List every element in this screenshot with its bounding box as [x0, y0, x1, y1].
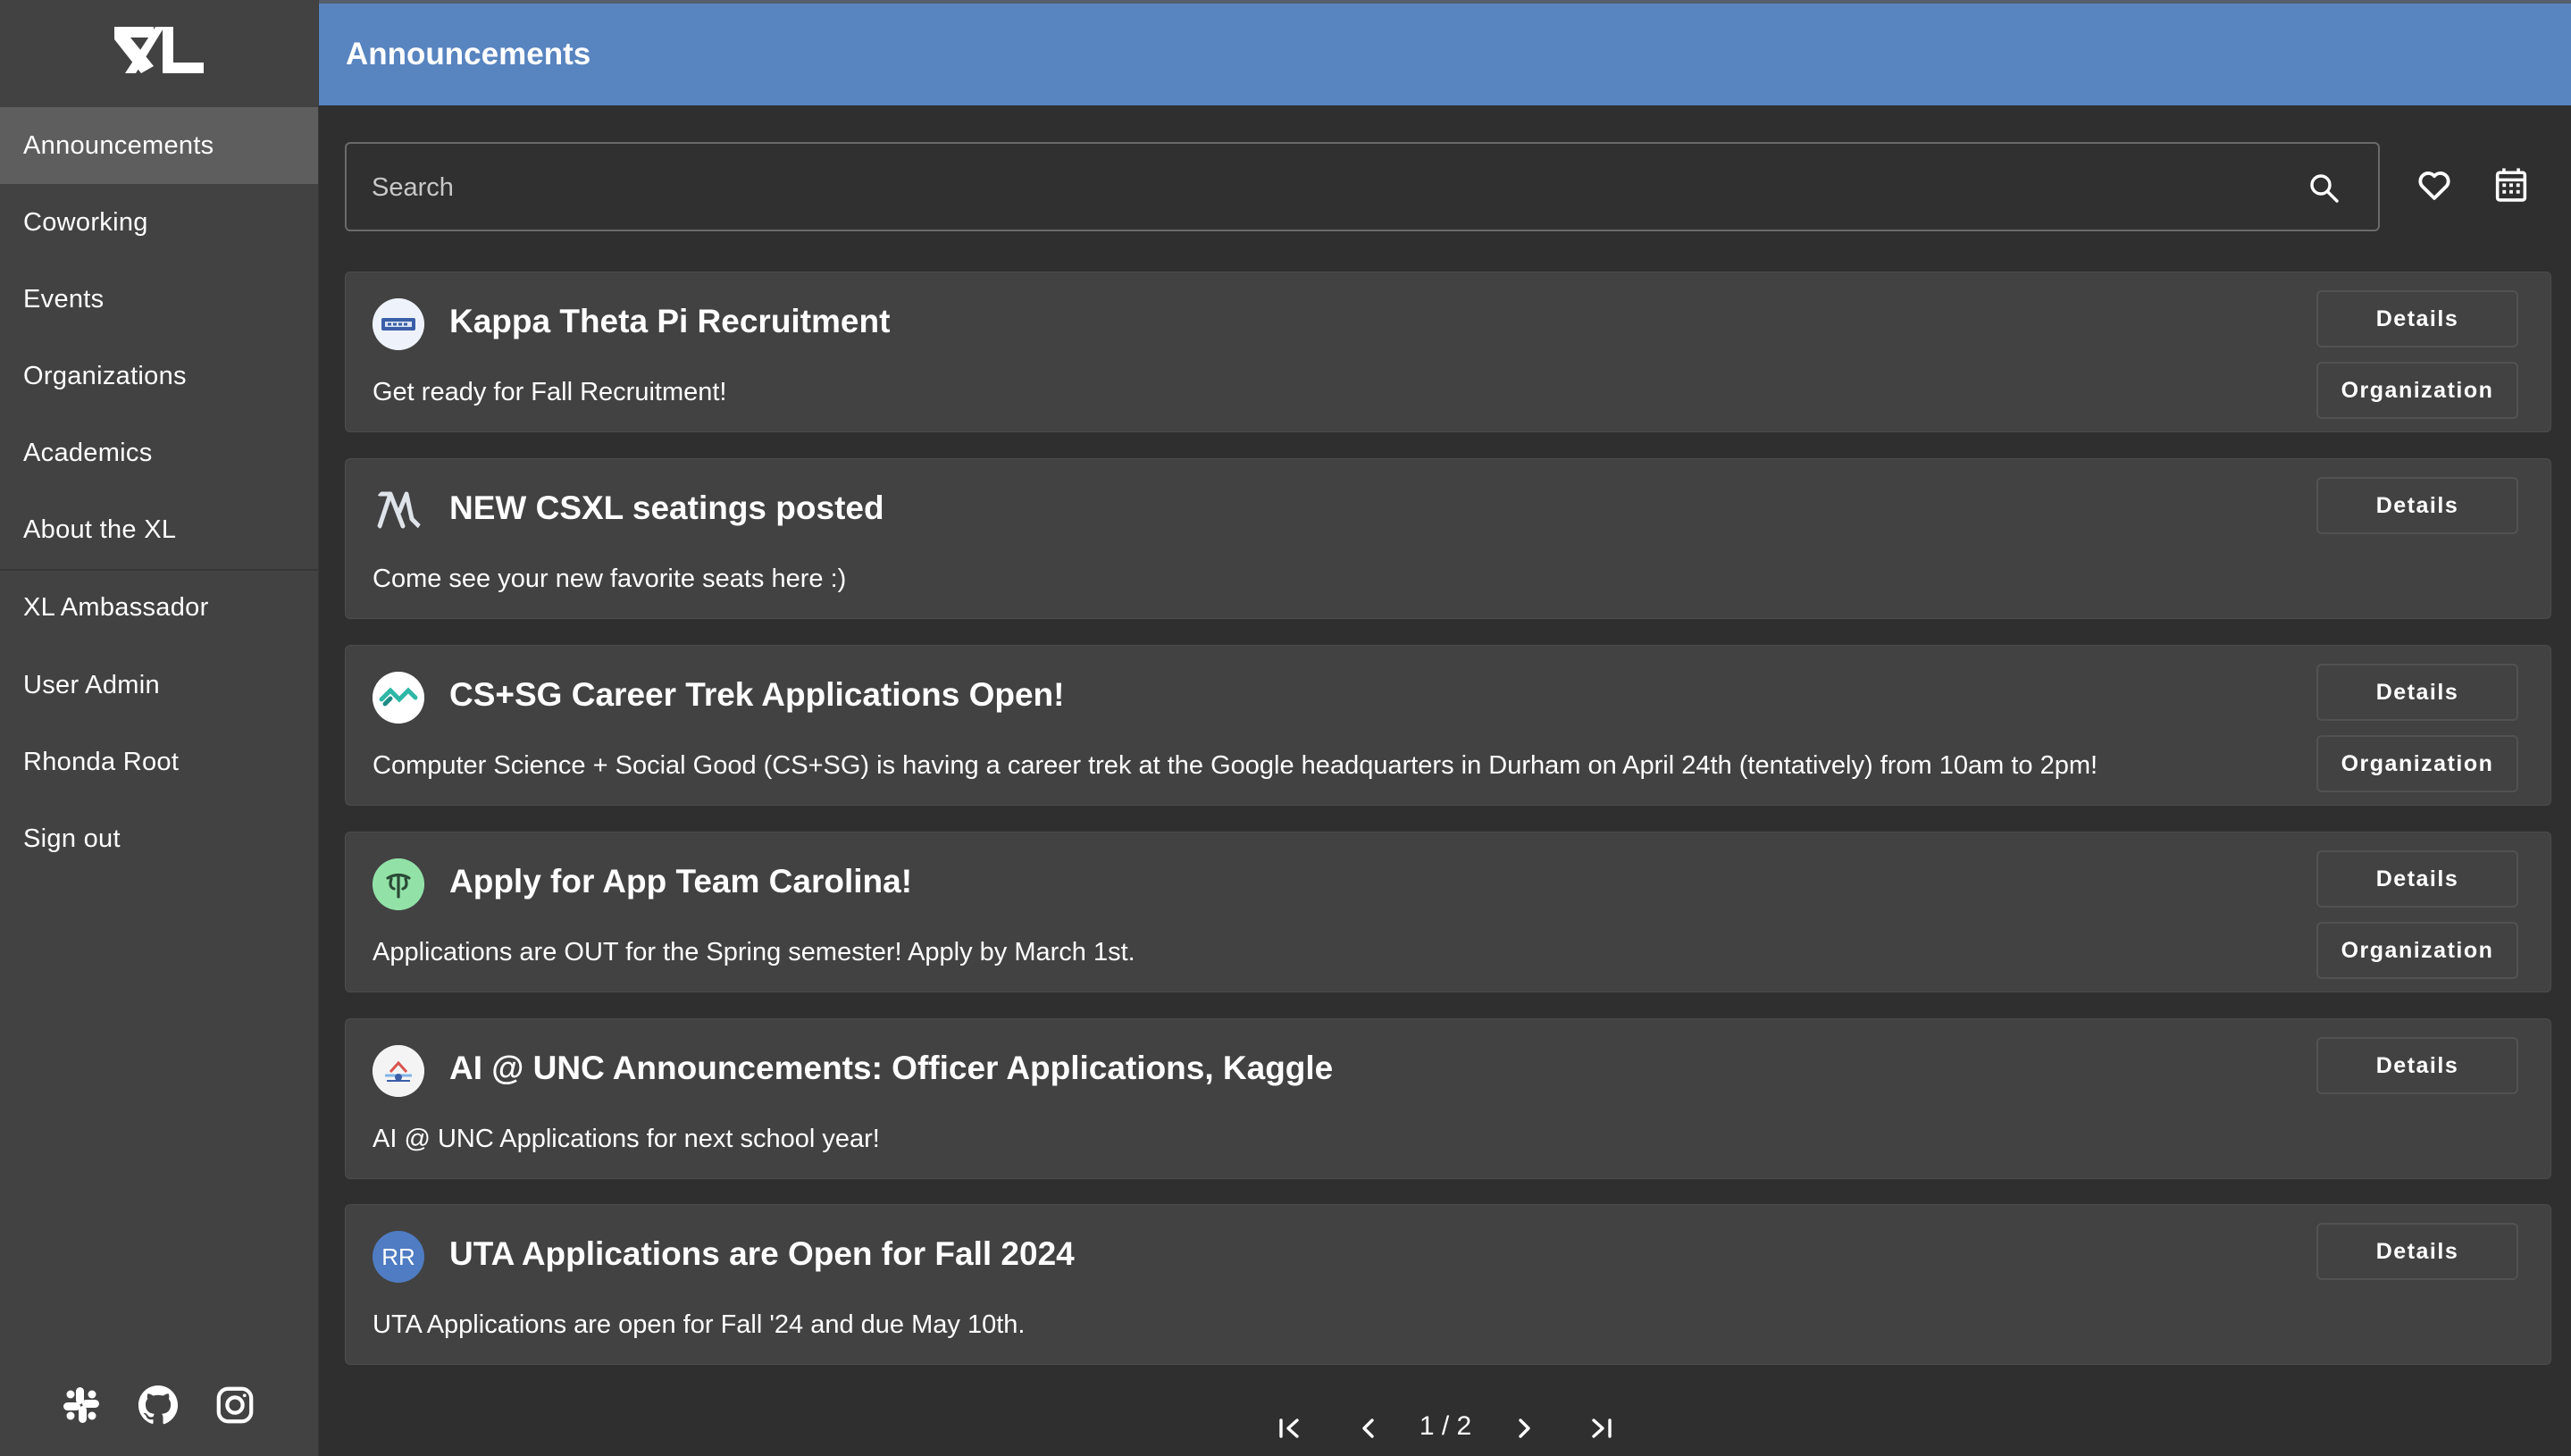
announcement-text: Come see your new favorite seats here :) [373, 565, 847, 593]
announcement-text: UTA Applications are open for Fall '24 a… [373, 1310, 1026, 1339]
announcement-text: Get ready for Fall Recruitment! [373, 378, 727, 406]
announcement-title: NEW CSXL seatings posted [449, 490, 884, 526]
announcement-card[interactable]: AI @ UNC Announcements: Officer Applicat… [345, 1018, 2551, 1179]
sidebar-item-organizations[interactable]: Organizations [0, 338, 318, 414]
sidebar-item-events[interactable]: Events [0, 261, 318, 338]
app-team-logo [373, 858, 424, 910]
sidebar-item-sign-out[interactable]: Sign out [0, 800, 318, 877]
sidebar-item-label: User Admin [23, 670, 160, 699]
announcement-card[interactable]: CS+SG Career Trek Applications Open! Com… [345, 645, 2551, 806]
last-page-button[interactable] [1583, 1408, 1619, 1449]
sidebar-item-user-admin[interactable]: User Admin [0, 647, 318, 724]
sidebar-item-about-the-xl[interactable]: About the XL [0, 491, 318, 568]
sidebar-item-label: About the XL [23, 515, 177, 544]
page-header: Announcements [319, 0, 2571, 105]
initials-avatar: RR [373, 1231, 424, 1283]
details-button[interactable]: Details [2316, 477, 2518, 534]
sidebar-item-announcements[interactable]: Announcements [0, 107, 318, 184]
next-page-button[interactable] [1506, 1408, 1542, 1449]
first-page-button[interactable] [1272, 1408, 1308, 1449]
sidebar-item-xl-ambassador[interactable]: XL Ambassador [0, 569, 318, 646]
announcement-card[interactable]: NEW CSXL seatings posted Come see your n… [345, 458, 2551, 619]
cssg-logo [373, 672, 424, 724]
sidebar-item-academics[interactable]: Academics [0, 414, 318, 491]
announcement-card[interactable]: Kappa Theta Pi Recruitment Get ready for… [345, 272, 2551, 432]
ai-unc-logo [373, 1045, 424, 1097]
sidebar-item-profile[interactable]: Rhonda Root [0, 724, 318, 800]
heart-icon[interactable] [2414, 164, 2455, 205]
search-input[interactable] [370, 144, 2285, 231]
sidebar-item-label: Rhonda Root [23, 747, 180, 776]
announcement-text: Computer Science + Social Good (CS+SG) i… [373, 751, 2098, 780]
details-button[interactable]: Details [2316, 290, 2518, 347]
details-button[interactable]: Details [2316, 1037, 2518, 1094]
organization-button[interactable]: Organization [2316, 735, 2518, 792]
organization-button[interactable]: Organization [2316, 922, 2518, 979]
slack-icon[interactable] [59, 1383, 104, 1427]
kappa-theta-pi-logo [373, 298, 424, 350]
sidebar-item-label: Announcements [23, 130, 214, 160]
search-icon[interactable] [2307, 171, 2342, 206]
sidebar-item-label: Coworking [23, 207, 148, 237]
announcement-title: CS+SG Career Trek Applications Open! [449, 676, 1065, 713]
announcement-title: AI @ UNC Announcements: Officer Applicat… [449, 1050, 1334, 1086]
calendar-icon[interactable] [2491, 164, 2532, 205]
search-field[interactable] [345, 142, 2380, 231]
xl-logo[interactable] [109, 20, 209, 80]
organization-button[interactable]: Organization [2316, 362, 2518, 419]
sidebar-item-label: XL Ambassador [23, 592, 209, 622]
details-button[interactable]: Details [2316, 664, 2518, 721]
page-indicator: 1 / 2 [1419, 1411, 1472, 1441]
sidebar-item-label: Events [23, 284, 105, 314]
announcement-card[interactable]: RR UTA Applications are Open for Fall 20… [345, 1204, 2551, 1365]
announcement-title: Kappa Theta Pi Recruitment [449, 303, 891, 339]
details-button[interactable]: Details [2316, 850, 2518, 908]
details-button[interactable]: Details [2316, 1223, 2518, 1280]
announcement-text: Applications are OUT for the Spring seme… [373, 938, 1135, 966]
sidebar-item-label: Organizations [23, 361, 187, 390]
previous-page-button[interactable] [1351, 1408, 1386, 1449]
avatar-initials: RR [381, 1243, 415, 1270]
xl-logo [373, 485, 424, 537]
instagram-icon[interactable] [213, 1383, 257, 1427]
announcement-text: AI @ UNC Applications for next school ye… [373, 1125, 880, 1153]
sidebar-item-label: Sign out [23, 824, 121, 853]
announcement-title: Apply for App Team Carolina! [449, 863, 913, 900]
sidebar-item-label: Academics [23, 438, 153, 467]
announcement-title: UTA Applications are Open for Fall 2024 [449, 1235, 1075, 1272]
announcement-card[interactable]: Apply for App Team Carolina! Application… [345, 832, 2551, 992]
sidebar: Announcements Coworking Events Organizat… [0, 0, 319, 1456]
sidebar-item-coworking[interactable]: Coworking [0, 184, 318, 261]
page-title: Announcements [346, 37, 591, 71]
github-icon[interactable] [136, 1383, 180, 1427]
